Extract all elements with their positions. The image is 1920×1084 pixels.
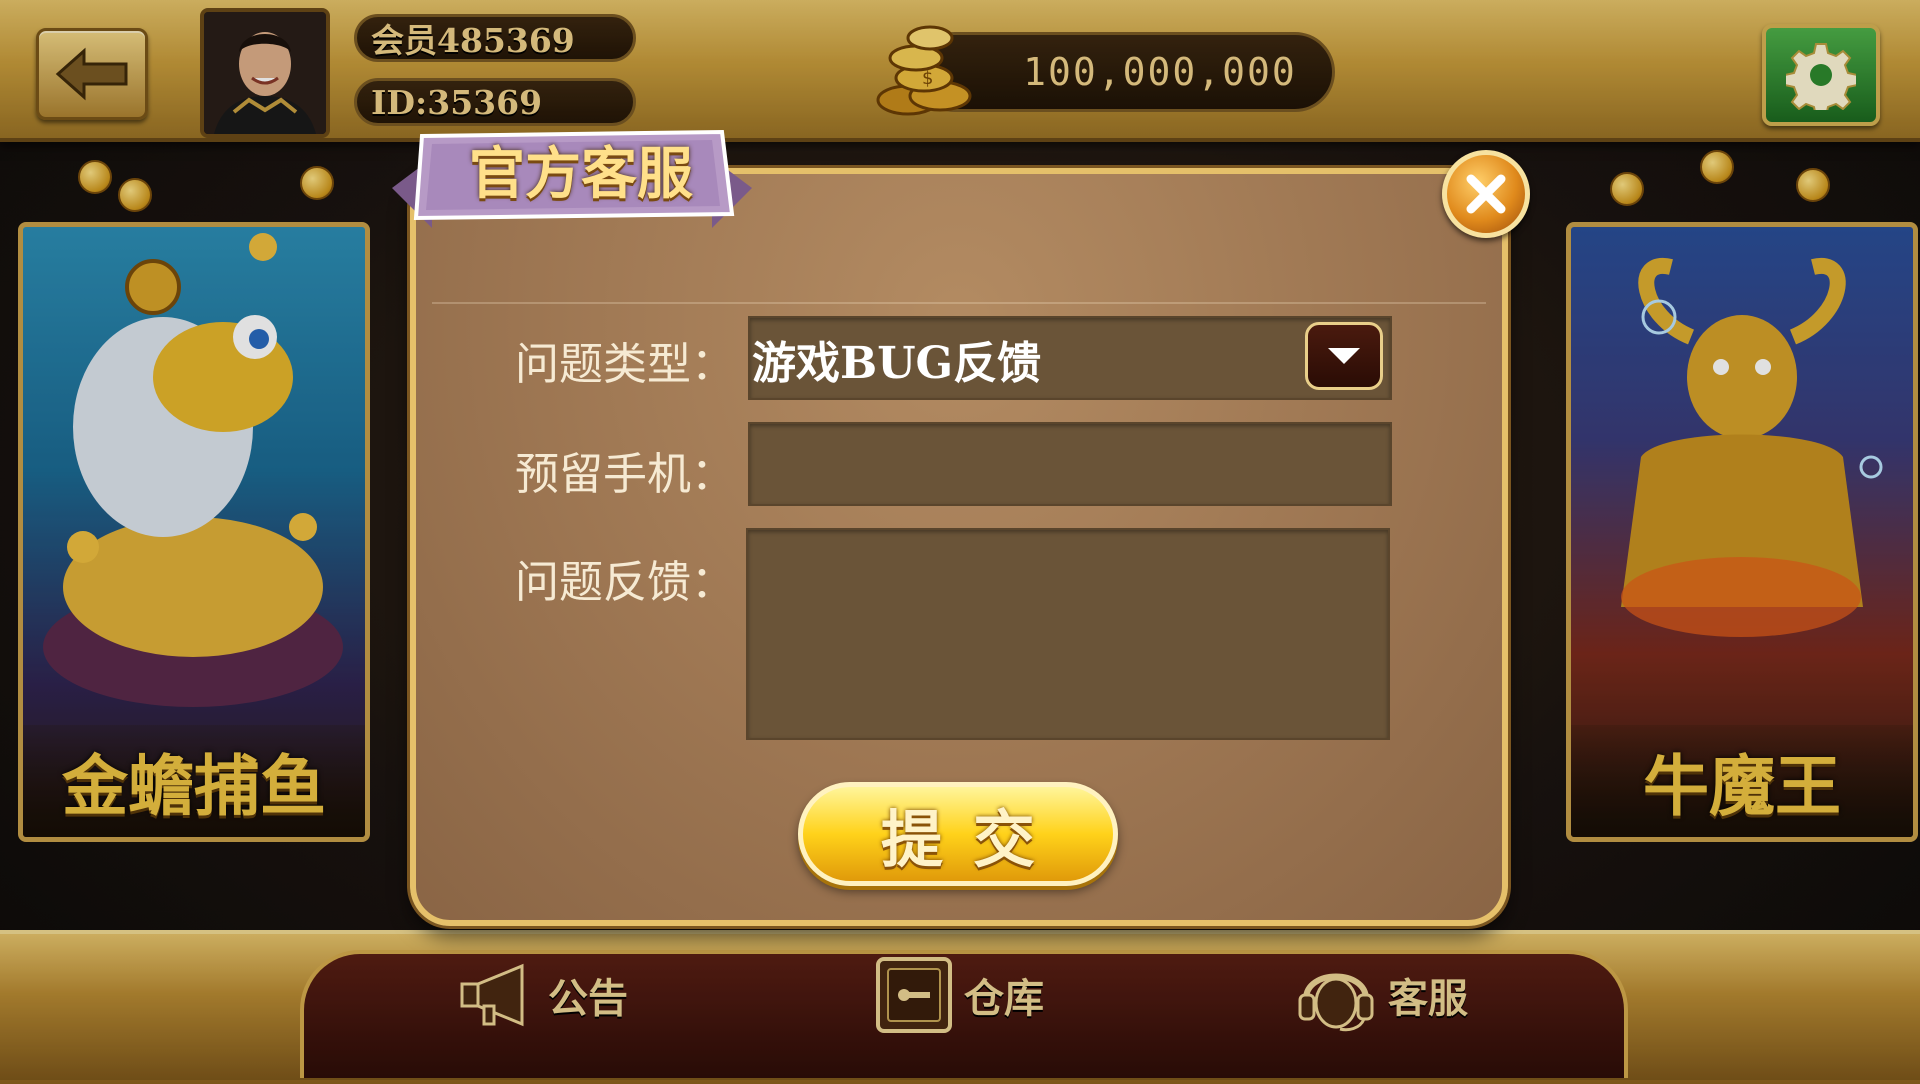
submit-button[interactable]: 提交	[798, 782, 1118, 886]
member-label: 会员485369	[371, 21, 575, 60]
decor-coin	[1610, 172, 1644, 206]
safe-icon	[876, 957, 952, 1033]
gear-icon	[1786, 43, 1856, 110]
phone-label: 预留手机：	[515, 449, 735, 500]
nav-announcement[interactable]: 公告	[458, 950, 628, 1040]
feedback-label: 问题反馈：	[515, 557, 735, 608]
decor-coin	[78, 160, 112, 194]
close-button[interactable]	[1442, 150, 1530, 238]
coin-amount: 100,000,000	[1023, 50, 1297, 94]
problem-type-value: 游戏BUG反馈	[752, 338, 1042, 389]
game-card-bull-demon-king[interactable]: 牛魔王	[1566, 222, 1918, 842]
avatar[interactable]	[200, 8, 330, 138]
back-arrow-icon	[55, 47, 128, 101]
phone-input[interactable]	[748, 422, 1392, 506]
type-label: 问题类型：	[515, 339, 735, 390]
nav-warehouse[interactable]: 仓库	[874, 950, 1044, 1040]
submit-label: 提交	[880, 803, 1065, 876]
decor-coin	[1796, 168, 1830, 202]
decor-coin	[1700, 150, 1734, 184]
member-badge: 会员485369	[354, 14, 636, 62]
nav-customer-service-label: 客服	[1388, 975, 1468, 1022]
svg-text:$: $	[922, 68, 933, 89]
chevron-down-icon	[1328, 348, 1360, 364]
golden-toad-art	[43, 233, 343, 707]
dropdown-button[interactable]	[1305, 322, 1383, 390]
nav-announcement-label: 公告	[548, 975, 628, 1022]
coin-stack-icon: $	[876, 25, 972, 116]
back-button[interactable]	[36, 28, 148, 120]
close-icon	[1466, 174, 1506, 214]
game-name-right: 牛魔王	[1571, 725, 1913, 837]
headset-icon	[1298, 973, 1374, 1032]
game-name-left: 金蟾捕鱼	[23, 725, 365, 837]
megaphone-icon	[460, 963, 524, 1027]
nav-customer-service[interactable]: 客服	[1294, 950, 1468, 1040]
settings-button[interactable]	[1762, 24, 1880, 126]
decor-coin	[300, 166, 334, 200]
bull-demon-art	[1621, 257, 1883, 637]
player-portrait	[204, 12, 326, 134]
dialog-divider	[432, 302, 1486, 304]
nav-warehouse-label: 仓库	[964, 975, 1044, 1022]
decor-coin	[118, 178, 152, 212]
feedback-textarea[interactable]	[746, 528, 1390, 740]
game-card-golden-toad[interactable]: 金蟾捕鱼	[18, 222, 370, 842]
dialog-title: 官方客服	[469, 141, 693, 207]
player-id: ID:35369	[371, 82, 543, 122]
top-bar: 会员485369 ID:35369 100,000,000 $	[0, 0, 1920, 142]
